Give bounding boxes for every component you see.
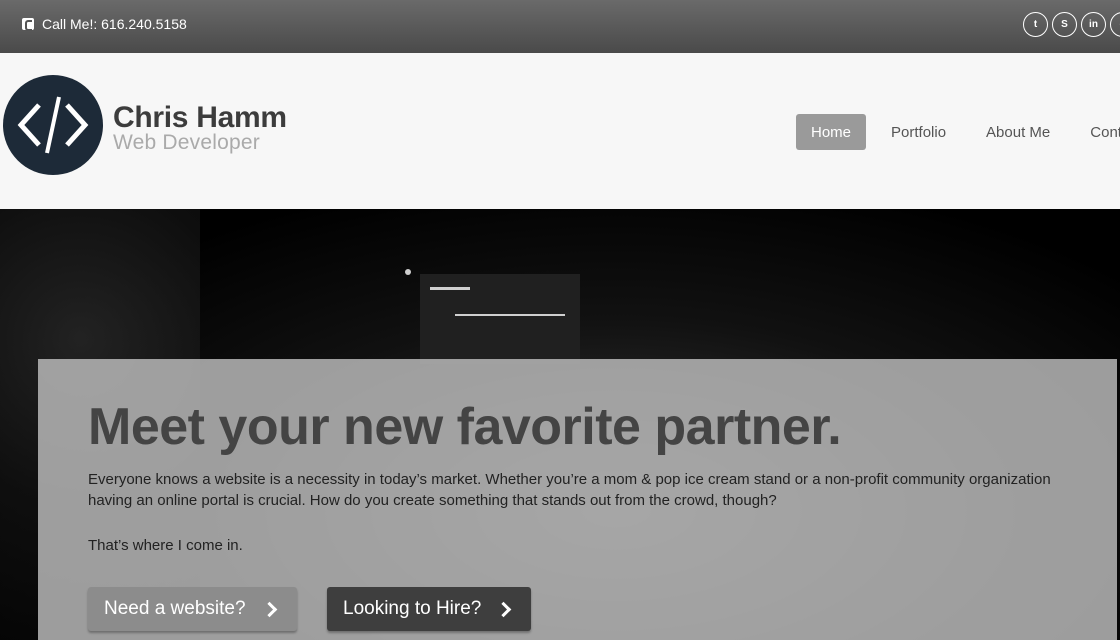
building-light (405, 269, 411, 275)
need-website-label: Need a website? (104, 598, 246, 619)
twitter-icon[interactable]: t (1023, 12, 1048, 37)
linkedin-icon[interactable]: in (1081, 12, 1106, 37)
nav-portfolio[interactable]: Portfolio (876, 114, 961, 150)
looking-to-hire-label: Looking to Hire? (343, 598, 482, 619)
hero-paragraph: Everyone knows a website is a necessity … (88, 471, 1051, 509)
social-links: t S in g (1023, 12, 1120, 37)
nav-home[interactable]: Home (796, 114, 867, 150)
looking-to-hire-button[interactable]: Looking to Hire? (327, 587, 531, 631)
need-website-button[interactable]: Need a website? (88, 587, 297, 631)
main-nav: Home Portfolio About Me Contact (796, 114, 1120, 150)
site-header: Chris Hamm Web Developer Home Portfolio … (0, 53, 1120, 209)
chevron-right-icon (495, 601, 512, 617)
github-icon[interactable]: g (1110, 12, 1120, 37)
hero-panel: Meet your new favorite partner. Everyone… (38, 359, 1117, 640)
building-light (455, 314, 565, 316)
code-logo-icon[interactable] (3, 75, 103, 175)
chevron-right-icon (261, 601, 278, 617)
skype-icon[interactable]: S (1052, 12, 1077, 37)
hero-section: Meet your new favorite partner. Everyone… (0, 209, 1120, 640)
top-bar: Call Me!: 616.240.5158 t S in g (0, 0, 1120, 53)
brand-tagline: Web Developer (113, 131, 260, 154)
brand-name[interactable]: Chris Hamm (113, 101, 287, 135)
nav-contact[interactable]: Contact (1075, 114, 1120, 150)
hero-paragraph-2: That’s where I come in. (88, 537, 243, 554)
building-light (430, 287, 470, 290)
hero-headline: Meet your new favorite partner. (88, 398, 842, 456)
phone-icon (22, 18, 34, 31)
phone-contact[interactable]: Call Me!: 616.240.5158 (22, 16, 187, 32)
nav-about-me[interactable]: About Me (971, 114, 1065, 150)
phone-text: Call Me!: 616.240.5158 (42, 16, 187, 32)
